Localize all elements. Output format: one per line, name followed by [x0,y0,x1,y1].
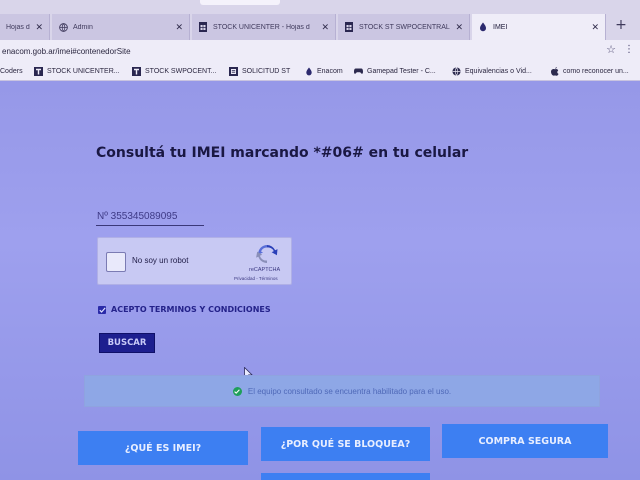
terms-label[interactable]: ACEPTO TERMINOS Y CONDICIONES [111,305,271,314]
what-is-imei-button[interactable]: ¿QUÉ ES IMEI? [78,431,248,465]
bookmark-equivalencias[interactable]: Equivalencias o Vid... [452,62,532,80]
next-row-button-edge[interactable] [261,473,430,480]
bookmark-label: Equivalencias o Vid... [465,67,532,75]
close-icon[interactable]: ✕ [591,22,599,33]
close-icon[interactable]: ✕ [455,22,463,33]
recaptcha-logo-icon [256,243,278,269]
close-icon[interactable]: ✕ [35,22,43,33]
form-icon [229,66,238,76]
bookmark-label: STOCK UNICENTER... [47,67,120,75]
new-tab-button[interactable]: + [612,16,630,34]
result-message: El equipo consultado se encuentra habili… [247,386,452,396]
sheets-icon [344,22,354,32]
sheets-icon [132,66,141,76]
check-circle-icon [232,386,242,396]
tab-label: Admin [73,23,93,31]
tab-hojas[interactable]: Hojas d ✕ [0,14,50,40]
safe-purchase-button[interactable]: COMPRA SEGURA [442,424,608,458]
gamepad-icon [354,67,363,76]
result-alert: El equipo consultado se encuentra habili… [84,375,600,407]
imei-input[interactable] [96,208,204,226]
tab-label: STOCK UNICENTER - Hojas d [213,23,310,31]
bookmark-stock-swpocentral[interactable]: STOCK SWPOCENT... [132,62,216,80]
globe-icon [452,66,461,76]
tab-label: Hojas d [6,23,30,31]
sheets-icon [198,22,208,32]
bookmark-label: Gamepad Tester - C... [367,67,436,75]
browser-tab-bar: Hojas d ✕ Admin ✕ STOCK UNICENTER - Hoja… [0,0,640,40]
tab-stock-unicenter[interactable]: STOCK UNICENTER - Hojas d ✕ [192,14,336,40]
page-content: Consultá tu IMEI marcando *#06# en tu ce… [0,81,640,480]
tab-stock-swpocentral[interactable]: STOCK ST SWPOCENTRAL - C ✕ [338,14,470,40]
window-edge [200,0,280,5]
sheets-icon [34,66,43,76]
bookmark-label: Enacom [317,67,343,75]
search-button[interactable]: BUSCAR [99,333,155,353]
address-bar[interactable]: enacom.gob.ar/imei#contenedorSite ☆ ⋮ [0,40,640,62]
recaptcha-label: No soy un robot [132,256,189,265]
recaptcha-brand: reCAPTCHA [249,267,281,273]
bookmark-solicitud-st[interactable]: SOLICITUD ST [229,62,290,80]
apple-icon [550,66,559,76]
bookmark-enacom[interactable]: Enacom [304,62,343,80]
page-title: Consultá tu IMEI marcando *#06# en tu ce… [96,145,469,161]
bookmark-label: Coders [0,67,23,75]
bookmark-coders[interactable]: Coders [0,62,23,80]
bookmark-como-reconocer[interactable]: como reconocer un... [550,62,629,80]
recaptcha-widget: No soy un robot reCAPTCHA Privacidad - T… [97,237,292,285]
close-icon[interactable]: ✕ [321,22,329,33]
tab-imei[interactable]: IMEI ✕ [472,14,606,40]
more-menu-icon[interactable]: ⋮ [624,44,634,55]
bookmark-gamepad-tester[interactable]: Gamepad Tester - C... [354,62,436,80]
tab-label: IMEI [493,23,508,31]
url-text[interactable]: enacom.gob.ar/imei#contenedorSite [0,47,131,56]
close-icon[interactable]: ✕ [175,22,183,33]
bookmark-label: como reconocer un... [563,67,629,75]
terms-checkbox[interactable] [98,305,106,314]
enacom-icon [304,66,313,76]
tab-admin[interactable]: Admin ✕ [52,14,190,40]
tab-label: STOCK ST SWPOCENTRAL - C [359,23,452,31]
bookmarks-bar: Coders STOCK UNICENTER... STOCK SWPOCENT… [0,62,640,81]
globe-icon [58,22,68,32]
terms-row[interactable]: ACEPTO TERMINOS Y CONDICIONES [98,305,271,314]
bookmark-stock-unicenter[interactable]: STOCK UNICENTER... [34,62,120,80]
bookmark-label: SOLICITUD ST [242,67,291,75]
star-icon[interactable]: ☆ [606,43,616,56]
recaptcha-links[interactable]: Privacidad - Términos [234,276,278,281]
bookmark-label: STOCK SWPOCENT... [145,67,217,75]
why-blocked-button[interactable]: ¿POR QUÉ SE BLOQUEA? [261,427,430,461]
recaptcha-checkbox[interactable] [106,252,126,272]
enacom-icon [478,22,488,32]
